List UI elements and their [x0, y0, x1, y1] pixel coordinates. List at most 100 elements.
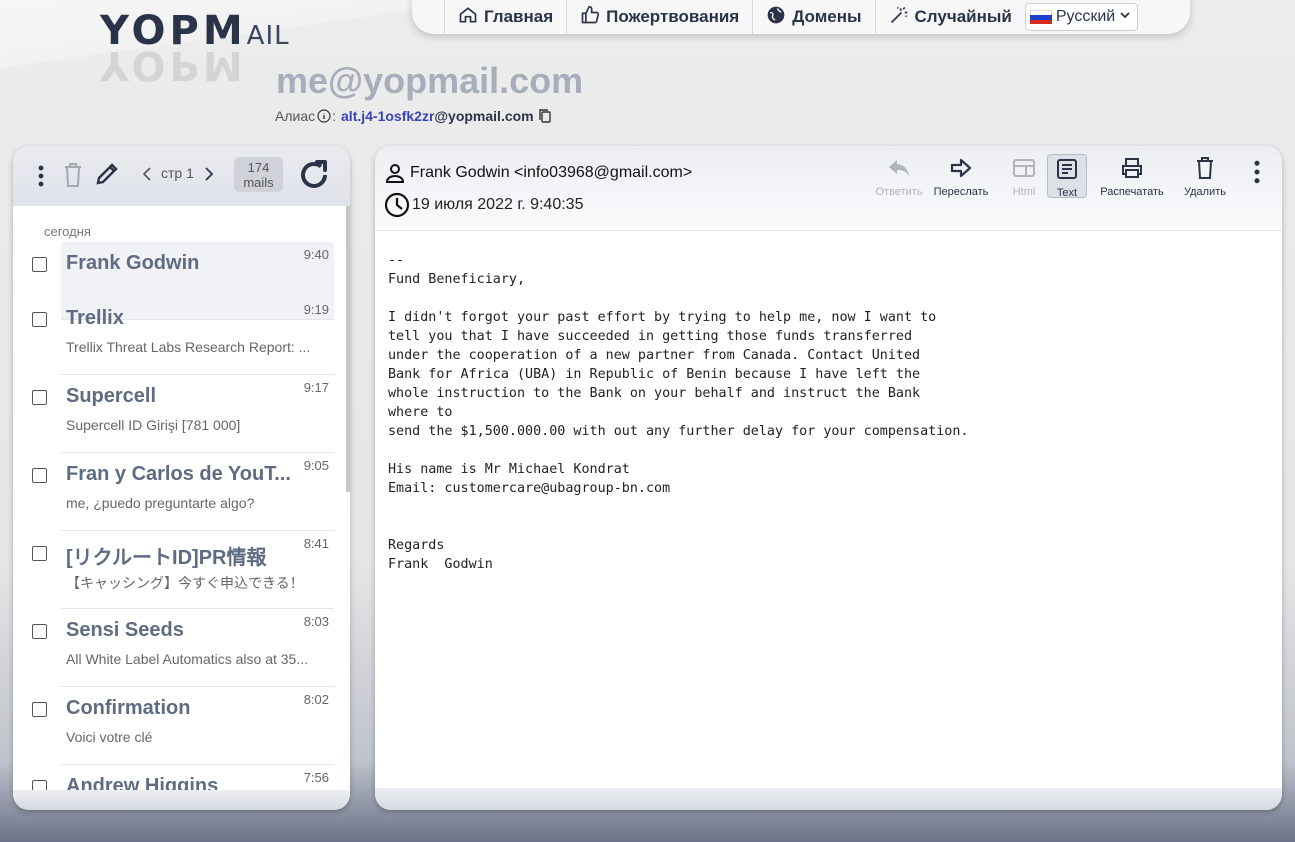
list-item[interactable]: Fran y Carlos de YouT... 9:05 me, ¿puedo… — [32, 453, 334, 531]
text-document-icon — [1055, 157, 1079, 184]
logo-reflection: YOPM — [100, 42, 247, 88]
reply-icon — [887, 156, 911, 183]
home-icon — [458, 5, 478, 30]
list-item-subject: Trellix Threat Labs Research Report: ... — [66, 339, 311, 355]
alias-line: Алиас : alt.j4-1osfk2zr @yopmail.com — [275, 108, 553, 124]
html-label: Html — [1012, 186, 1036, 198]
reply-label: Ответить — [875, 186, 923, 198]
printer-icon — [1120, 156, 1144, 183]
list-item-sender: Frank Godwin — [66, 252, 200, 274]
day-label: сегодня — [44, 224, 91, 239]
forward-label: Переслать — [933, 186, 989, 198]
mail-count: 174 — [247, 160, 270, 175]
nav-random-label: Случайный — [914, 7, 1012, 26]
list-item[interactable]: Confirmation 8:02 Voici votre clé — [32, 687, 334, 765]
alias-address[interactable]: alt.j4-1osfk2zr — [341, 108, 434, 124]
list-item-sender: Sensi Seeds — [66, 619, 184, 641]
top-nav: Главная Пожертвования Домены Случайный Р… — [412, 0, 1190, 34]
nav-random[interactable]: Случайный — [874, 0, 1025, 34]
nav-home[interactable]: Главная — [444, 0, 566, 34]
nav-home-label: Главная — [484, 7, 554, 26]
info-icon[interactable] — [317, 109, 331, 123]
more-actions-icon[interactable] — [1250, 160, 1264, 202]
nav-donate[interactable]: Пожертвования — [566, 0, 752, 34]
text-label: Text — [1056, 187, 1078, 199]
chevron-down-icon — [1119, 8, 1131, 26]
inbox-toolbar: стр 1 174 mails — [13, 146, 350, 206]
list-item[interactable]: Trellix 9:19 Trellix Threat Labs Researc… — [32, 297, 334, 375]
text-view-button[interactable]: Text — [1047, 154, 1087, 199]
mail-count-badge: 174 mails — [234, 157, 283, 192]
list-item[interactable]: Sensi Seeds 8:03 All White Label Automat… — [32, 609, 334, 687]
forward-arrow-icon — [949, 156, 973, 183]
delete-label: Удалить — [1184, 186, 1226, 198]
message-header: Frank Godwin <info03968@gmail.com> 19 ию… — [375, 146, 1282, 231]
list-item-time: 9:19 — [303, 302, 329, 317]
print-label: Распечатать — [1100, 186, 1164, 198]
russia-flag-icon — [1029, 10, 1052, 24]
clock-icon — [384, 192, 410, 218]
nav-domains[interactable]: Домены — [752, 0, 874, 34]
select-checkbox[interactable] — [32, 312, 47, 327]
next-page-icon[interactable] — [202, 165, 216, 183]
list-item-time: 9:17 — [303, 380, 329, 395]
list-scrollbar[interactable] — [346, 206, 350, 492]
sender-text: Frank Godwin <info03968@gmail.com> — [410, 164, 693, 181]
mail-count-unit: mails — [243, 175, 274, 190]
list-item-time: 7:56 — [303, 770, 329, 785]
list-item[interactable]: Supercell 9:17 Supercell ID Girişi [781 … — [32, 375, 334, 453]
list-item-subject: me, ¿puedo preguntarte algo? — [66, 495, 255, 511]
refresh-icon[interactable] — [296, 157, 332, 193]
language-label: Русский — [1055, 8, 1116, 25]
html-view-button[interactable]: Html — [1008, 156, 1040, 198]
globe-icon — [766, 5, 786, 30]
select-checkbox[interactable] — [32, 390, 47, 405]
html-layout-icon — [1012, 156, 1036, 183]
compose-pencil-icon[interactable] — [93, 160, 121, 188]
select-checkbox[interactable] — [32, 257, 47, 272]
alias-label: Алиас — [275, 108, 316, 124]
list-item-sender: Fran y Carlos de YouT... — [66, 463, 291, 485]
nav-donate-label: Пожертвования — [606, 7, 740, 26]
forward-button[interactable]: Переслать — [931, 156, 991, 198]
list-item-subject: Supercell ID Girişi [781 000] — [66, 417, 241, 433]
language-select[interactable]: Русский — [1024, 3, 1139, 31]
message-panel-footer — [375, 788, 1282, 810]
list-item-sender: [リクルートID]PR情報 — [66, 547, 267, 569]
print-button[interactable]: Распечатать — [1097, 156, 1167, 198]
alias-separator: : — [332, 108, 337, 124]
thumbs-up-icon — [580, 5, 600, 30]
select-checkbox[interactable] — [32, 702, 47, 717]
prev-page-icon[interactable] — [140, 165, 154, 183]
message-panel: Frank Godwin <info03968@gmail.com> 19 ию… — [375, 146, 1282, 810]
delete-button[interactable]: Удалить — [1180, 156, 1230, 198]
list-item-subject: 【キャッシング】今すぐ申込できる！ — [66, 575, 304, 591]
magic-wand-icon — [889, 5, 909, 30]
list-item-sender: Supercell — [66, 385, 157, 407]
list-item[interactable]: [リクルートID]PR情報 8:41 【キャッシング】今すぐ申込できる！ — [32, 531, 334, 609]
date-text: 19 июля 2022 г. 9:40:35 — [412, 196, 584, 213]
reply-button[interactable]: Ответить — [872, 156, 926, 198]
person-icon — [384, 162, 406, 184]
trash-icon[interactable] — [62, 161, 84, 189]
list-item-time: 9:40 — [303, 247, 329, 262]
inbox-panel-footer — [13, 790, 350, 810]
list-item-time: 8:02 — [303, 692, 329, 707]
message-date: 19 июля 2022 г. 9:40:35 — [384, 192, 583, 218]
select-checkbox[interactable] — [32, 624, 47, 639]
list-item-time: 9:05 — [303, 458, 329, 473]
select-checkbox[interactable] — [32, 468, 47, 483]
list-item-subject: All White Label Automatics also at 35... — [66, 651, 309, 667]
copy-icon[interactable] — [537, 108, 553, 124]
inbox-email-title: me@yopmail.com — [276, 60, 584, 101]
more-options-icon[interactable] — [31, 162, 51, 190]
message-sender: Frank Godwin <info03968@gmail.com> — [384, 162, 692, 184]
alias-domain: @yopmail.com — [434, 108, 534, 124]
select-checkbox[interactable] — [32, 546, 47, 561]
list-item-sender: Trellix — [66, 307, 124, 329]
list-item-sender: Confirmation — [66, 697, 191, 719]
list-item-time: 8:41 — [303, 536, 329, 551]
inbox-panel: стр 1 174 mails сегодня Frank Godwin 9:4… — [13, 146, 350, 810]
message-body: -- Fund Beneficiary, I didn't forgot you… — [388, 253, 969, 572]
nav-domains-label: Домены — [792, 7, 862, 26]
